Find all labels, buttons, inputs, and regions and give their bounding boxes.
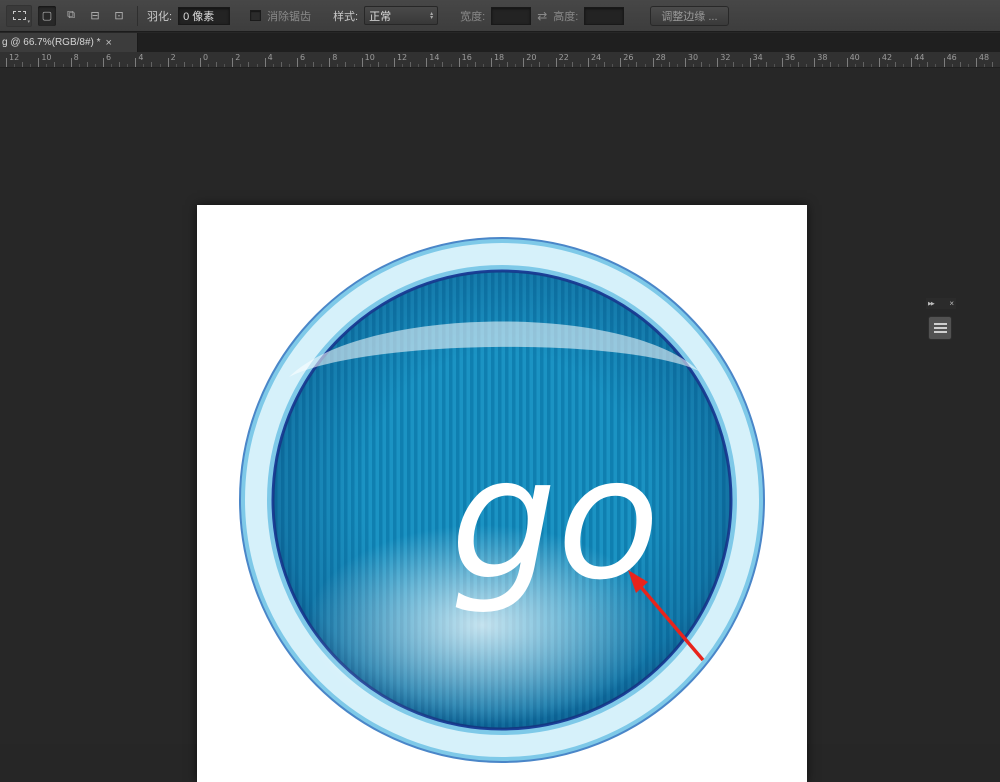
go-button-text: go — [450, 421, 659, 617]
height-input[interactable] — [584, 7, 624, 25]
document-tab-title: g @ 66.7%(RGB/8#) * — [2, 37, 101, 48]
selection-mode-add-button[interactable]: ⧉ — [62, 6, 80, 26]
swap-dimensions-icon[interactable]: ⇄ — [537, 9, 547, 23]
style-value: 正常 — [369, 8, 391, 24]
feather-label: 羽化: — [147, 8, 172, 24]
style-label: 样式: — [333, 8, 358, 24]
width-label: 宽度: — [460, 8, 485, 24]
selection-mode-subtract-button[interactable]: ⊟ — [86, 6, 104, 26]
close-panel-icon[interactable]: × — [949, 300, 954, 308]
selection-mode-intersect-button[interactable]: ⊡ — [110, 6, 128, 26]
style-dropdown[interactable]: 正常 ▴▾ — [364, 6, 438, 25]
refine-edge-button[interactable]: 调整边缘 ... — [650, 6, 728, 26]
marquee-tool-icon — [13, 11, 26, 20]
close-icon[interactable]: × — [106, 37, 112, 49]
new-selection-icon: ▢ — [42, 9, 52, 22]
expand-panel-icon[interactable]: ▶▶ — [928, 301, 934, 307]
tool-preset-button[interactable]: ▾ — [6, 5, 32, 27]
width-input[interactable] — [491, 7, 531, 25]
feather-value: 0 像素 — [183, 8, 214, 24]
document-tab[interactable]: g @ 66.7%(RGB/8#) * × — [0, 33, 138, 52]
intersect-selection-icon: ⊡ — [114, 9, 123, 22]
ruler[interactable]: 1210864202468101214161820222426283032343… — [0, 52, 1000, 68]
chevron-down-icon: ▾ — [27, 19, 30, 25]
document-tab-bar: g @ 66.7%(RGB/8#) * × — [0, 33, 1000, 52]
sliders-icon — [934, 323, 947, 333]
subtract-selection-icon: ⊟ — [90, 9, 99, 22]
canvas-workspace[interactable]: go ▶▶ × — [0, 68, 1000, 744]
antialias-label: 消除锯齿 — [267, 8, 311, 24]
panel-icon-button[interactable] — [928, 316, 952, 340]
feather-input[interactable]: 0 像素 — [178, 7, 230, 25]
collapsed-panel-header: ▶▶ × — [926, 298, 956, 309]
photoshop-window: ▾ ▢ ⧉ ⊟ ⊡ 羽化: 0 像素 消除锯齿 样式: 正常 ▴▾ — [0, 0, 1000, 744]
document-canvas[interactable]: go — [197, 205, 807, 782]
antialias-checkbox[interactable] — [250, 10, 261, 21]
divider — [137, 6, 138, 26]
dropdown-arrows-icon: ▴▾ — [430, 12, 433, 20]
add-selection-icon: ⧉ — [67, 9, 75, 22]
collapsed-panel: ▶▶ × — [926, 298, 956, 340]
selection-mode-new-button[interactable]: ▢ — [38, 6, 56, 26]
artwork: go — [197, 205, 807, 782]
tool-options-bar: ▾ ▢ ⧉ ⊟ ⊡ 羽化: 0 像素 消除锯齿 样式: 正常 ▴▾ — [0, 0, 1000, 32]
height-label: 高度: — [553, 8, 578, 24]
